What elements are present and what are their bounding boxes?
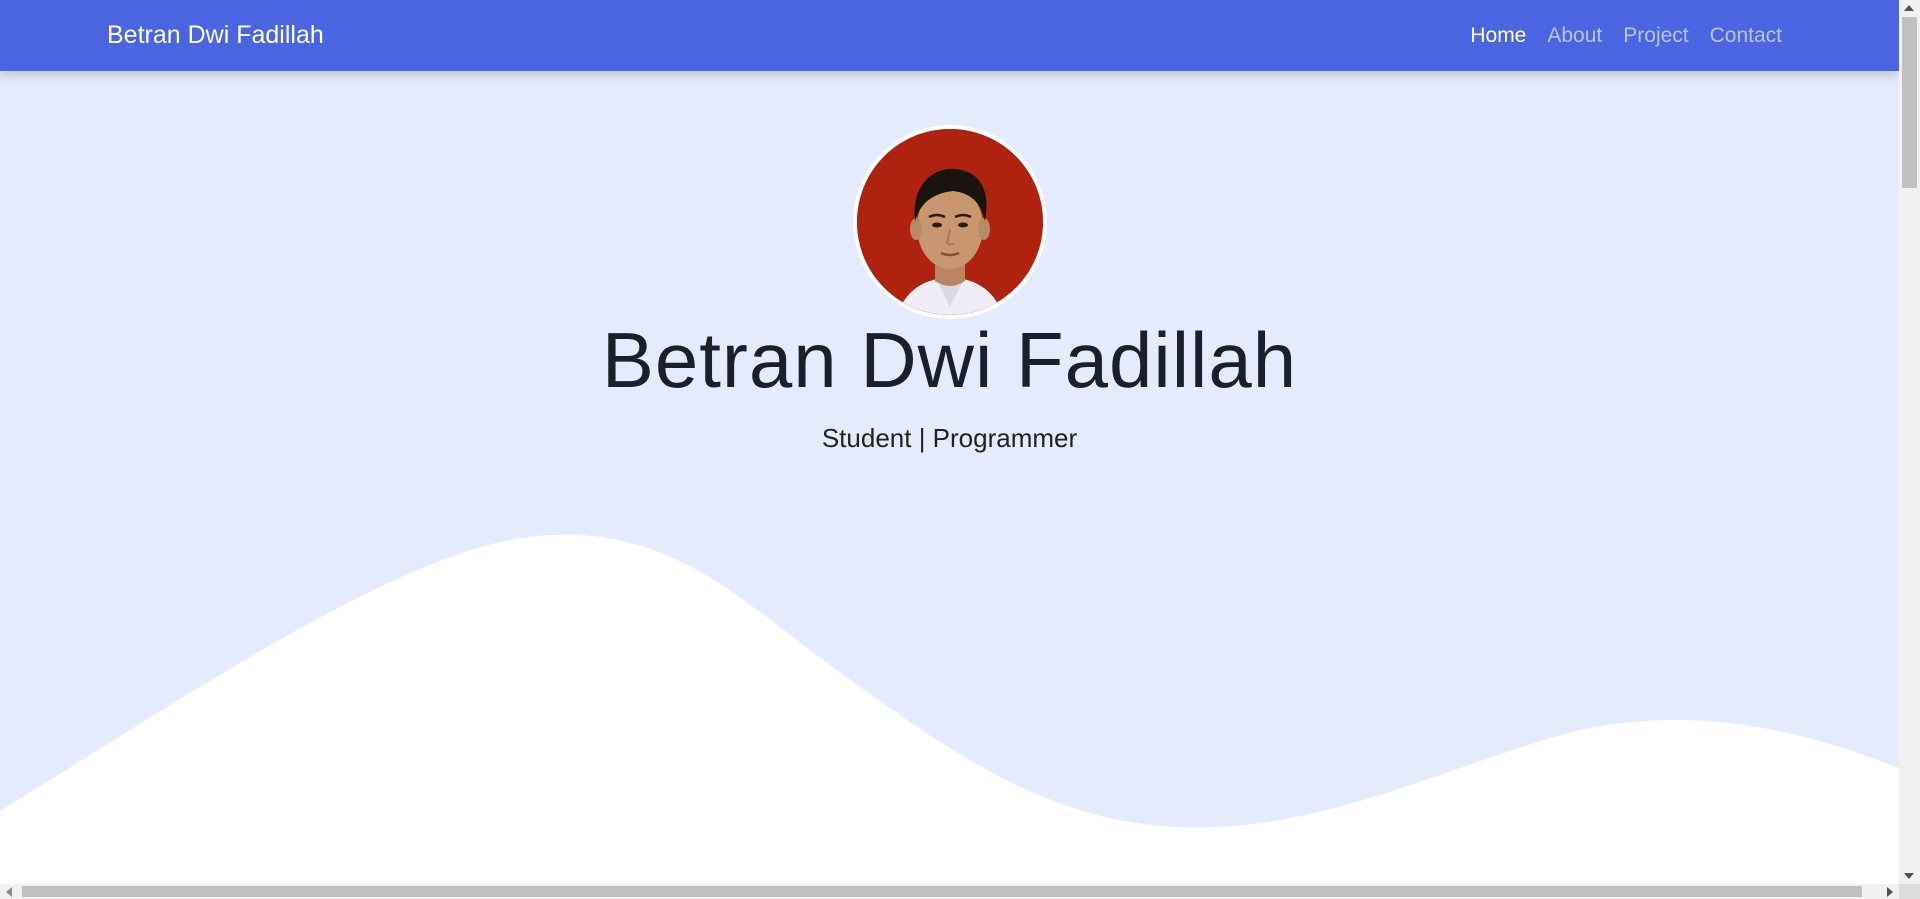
horizontal-scroll-thumb[interactable]	[22, 886, 1862, 897]
scroll-right-icon[interactable]	[1887, 887, 1893, 897]
scroll-down-icon[interactable]	[1904, 873, 1914, 879]
brand-link[interactable]: Betran Dwi Fadillah	[107, 0, 324, 71]
vertical-scrollbar[interactable]	[1899, 0, 1920, 884]
profile-photo	[857, 129, 1043, 315]
scrollbar-corner	[1899, 884, 1920, 899]
hero-subtitle: Student | Programmer	[821, 423, 1078, 453]
profile-avatar	[853, 125, 1047, 319]
navbar: Betran Dwi Fadillah Home About Project C…	[0, 0, 1899, 71]
nav-links: Home About Project Contact	[1470, 0, 1782, 71]
scroll-left-icon[interactable]	[6, 887, 12, 897]
vertical-scroll-thumb[interactable]	[1902, 17, 1917, 188]
nav-link-about[interactable]: About	[1547, 24, 1602, 48]
horizontal-scrollbar[interactable]	[0, 884, 1899, 899]
hero-name: Betran Dwi Fadillah	[601, 316, 1298, 404]
nav-link-home[interactable]: Home	[1470, 24, 1526, 48]
scroll-up-icon[interactable]	[1904, 5, 1914, 11]
nav-link-contact[interactable]: Contact	[1710, 24, 1782, 48]
nav-link-project[interactable]: Project	[1623, 24, 1688, 48]
